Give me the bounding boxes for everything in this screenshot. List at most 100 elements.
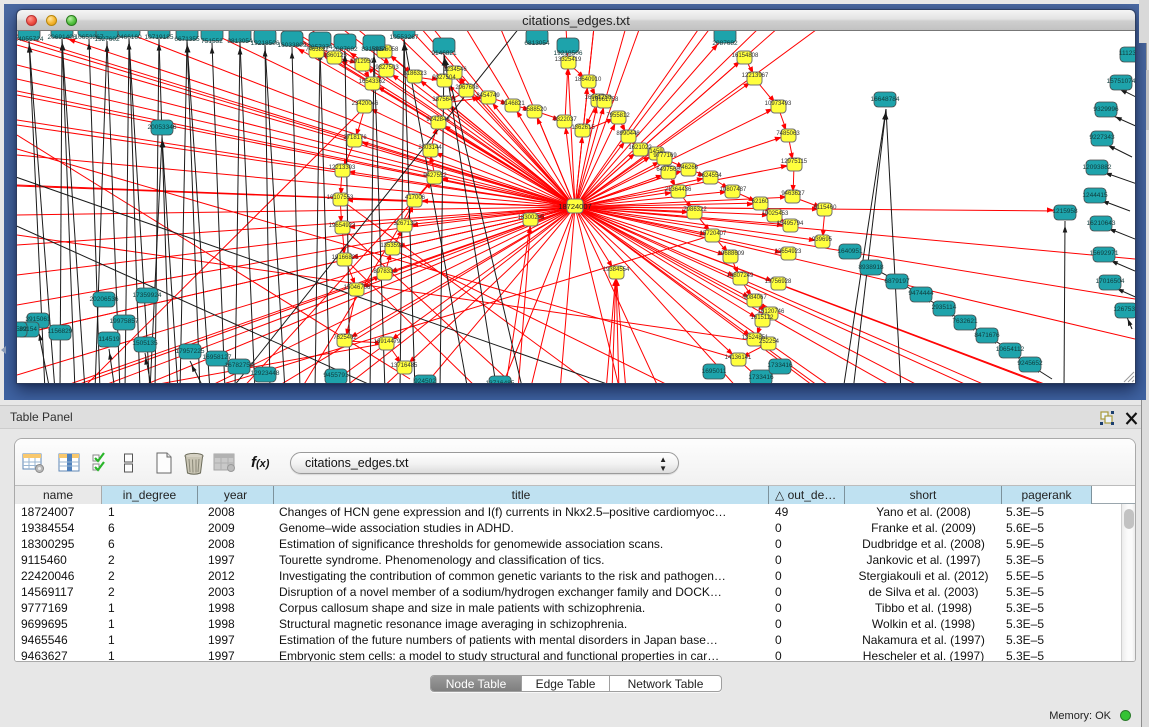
svg-text:20206536: 20206536 — [90, 296, 119, 303]
svg-text:3875645: 3875645 — [432, 97, 456, 103]
svg-text:9455791: 9455791 — [323, 372, 349, 379]
svg-text:8313054: 8313054 — [361, 46, 387, 53]
svg-text:20691406: 20691406 — [48, 34, 77, 41]
svg-text:9777169: 9777169 — [653, 153, 677, 159]
svg-text:15046706: 15046706 — [344, 285, 371, 291]
svg-text:16154808: 16154808 — [732, 53, 759, 59]
svg-text:9084067: 9084067 — [743, 295, 767, 301]
svg-text:15495794: 15495794 — [777, 221, 804, 227]
svg-text:23420046: 23420046 — [352, 101, 379, 107]
svg-text:8912950: 8912950 — [350, 59, 374, 65]
svg-text:2087682: 2087682 — [332, 46, 358, 53]
svg-text:19166825: 19166825 — [332, 255, 359, 261]
svg-text:1640951: 1640951 — [837, 248, 863, 255]
svg-text:417006: 417006 — [405, 195, 426, 201]
svg-text:9242848: 9242848 — [426, 117, 450, 123]
svg-text:15692971: 15692971 — [1090, 250, 1119, 257]
svg-text:10961758: 10961758 — [592, 97, 619, 103]
svg-text:2718176: 2718176 — [343, 135, 367, 141]
svg-text:1615112: 1615112 — [751, 315, 775, 321]
svg-text:12213967: 12213967 — [742, 73, 769, 79]
svg-text:16958127: 16958127 — [203, 354, 232, 361]
svg-text:14136141: 14136141 — [725, 355, 752, 361]
svg-text:12213303: 12213303 — [329, 165, 356, 171]
svg-text:8990448: 8990448 — [616, 131, 640, 137]
svg-text:21364436: 21364436 — [665, 187, 692, 193]
svg-text:1215958: 1215958 — [1052, 208, 1078, 215]
svg-text:19384554: 19384554 — [603, 267, 630, 273]
svg-text:6466160: 6466160 — [116, 34, 142, 41]
svg-text:10807487: 10807487 — [720, 187, 747, 193]
svg-text:9146821: 9146821 — [501, 101, 525, 107]
svg-text:19756928: 19756928 — [765, 279, 792, 285]
svg-text:1362615: 1362615 — [571, 125, 595, 131]
svg-text:8813054: 8813054 — [227, 38, 253, 45]
svg-text:7485063: 7485063 — [776, 131, 800, 137]
svg-text:1234546: 1234546 — [443, 67, 467, 73]
svg-text:7632621: 7632621 — [952, 318, 978, 325]
svg-text:9146821: 9146821 — [431, 50, 457, 57]
svg-text:3915061: 3915061 — [25, 316, 51, 323]
svg-text:13716485: 13716485 — [486, 380, 515, 383]
svg-text:1267531: 1267531 — [1113, 306, 1135, 313]
svg-text:9474444: 9474444 — [908, 290, 934, 297]
svg-text:13716485: 13716485 — [391, 363, 418, 369]
svg-text:8186323: 8186323 — [403, 71, 427, 77]
svg-text:17359924: 17359924 — [133, 292, 162, 299]
svg-text:2803144: 2803144 — [418, 145, 442, 151]
svg-text:6879197: 6879197 — [884, 278, 910, 285]
svg-text:1588520: 1588520 — [523, 107, 547, 113]
svg-text:16648784: 16648784 — [871, 96, 900, 103]
svg-text:10553267: 10553267 — [390, 34, 419, 41]
svg-text:18724007: 18724007 — [558, 202, 591, 211]
svg-text:16914479: 16914479 — [374, 339, 401, 345]
svg-text:2935114: 2935114 — [932, 304, 957, 311]
svg-text:15751074: 15751074 — [1107, 78, 1135, 85]
svg-text:7625402: 7625402 — [333, 335, 357, 341]
svg-text:8322037: 8322037 — [553, 117, 577, 123]
svg-text:19218506: 19218506 — [554, 50, 583, 57]
svg-text:62160: 62160 — [752, 199, 769, 205]
svg-text:9327504: 9327504 — [432, 75, 456, 81]
svg-text:16210643: 16210643 — [1087, 220, 1116, 227]
svg-text:16033809: 16033809 — [278, 42, 307, 49]
svg-text:1156829: 1156829 — [48, 328, 73, 335]
svg-text:7986322: 7986322 — [683, 207, 707, 213]
svg-text:18807249: 18807249 — [727, 273, 754, 279]
svg-text:10654112: 10654112 — [996, 346, 1025, 353]
svg-text:1505135: 1505135 — [132, 340, 158, 347]
svg-text:16543362: 16543362 — [359, 79, 386, 85]
svg-text:16782759: 16782759 — [225, 362, 254, 369]
svg-text:15720407: 15720407 — [700, 231, 727, 237]
svg-text:6671355: 6671355 — [174, 36, 200, 43]
svg-text:2087682: 2087682 — [712, 40, 738, 47]
svg-text:9245652: 9245652 — [1017, 360, 1043, 367]
svg-text:10025453: 10025453 — [762, 211, 789, 217]
svg-text:19218506: 19218506 — [251, 40, 280, 47]
svg-text:13654923: 13654923 — [775, 249, 802, 255]
svg-text:7857274: 7857274 — [307, 44, 333, 51]
svg-text:9427552: 9427552 — [423, 173, 447, 179]
svg-text:8938918: 8938918 — [858, 264, 884, 271]
svg-text:12093882: 12093882 — [1083, 164, 1112, 171]
svg-text:9327503: 9327503 — [375, 65, 399, 71]
svg-text:9115460: 9115460 — [814, 205, 838, 211]
svg-text:1733416: 1733416 — [767, 362, 793, 369]
svg-text:8454749: 8454749 — [476, 93, 500, 99]
svg-text:114519: 114519 — [98, 336, 120, 343]
svg-text:8978332: 8978332 — [373, 269, 397, 275]
svg-text:18640910: 18640910 — [575, 77, 602, 83]
svg-text:9463627: 9463627 — [781, 191, 805, 197]
svg-text:20053346: 20053346 — [148, 124, 177, 131]
svg-text:18300295: 18300295 — [518, 215, 545, 221]
svg-text:1244415: 1244415 — [1082, 192, 1108, 199]
svg-text:252254: 252254 — [759, 339, 780, 345]
svg-text:10973493: 10973493 — [765, 101, 792, 107]
svg-text:6813054: 6813054 — [524, 40, 550, 47]
svg-text:924502: 924502 — [414, 378, 436, 383]
svg-text:24055724: 24055724 — [17, 36, 44, 43]
svg-text:13325419: 13325419 — [555, 57, 582, 63]
svg-text:1733416: 1733416 — [748, 374, 774, 381]
svg-text:19975857: 19975857 — [110, 318, 139, 325]
svg-text:17016504: 17016504 — [1096, 278, 1125, 285]
